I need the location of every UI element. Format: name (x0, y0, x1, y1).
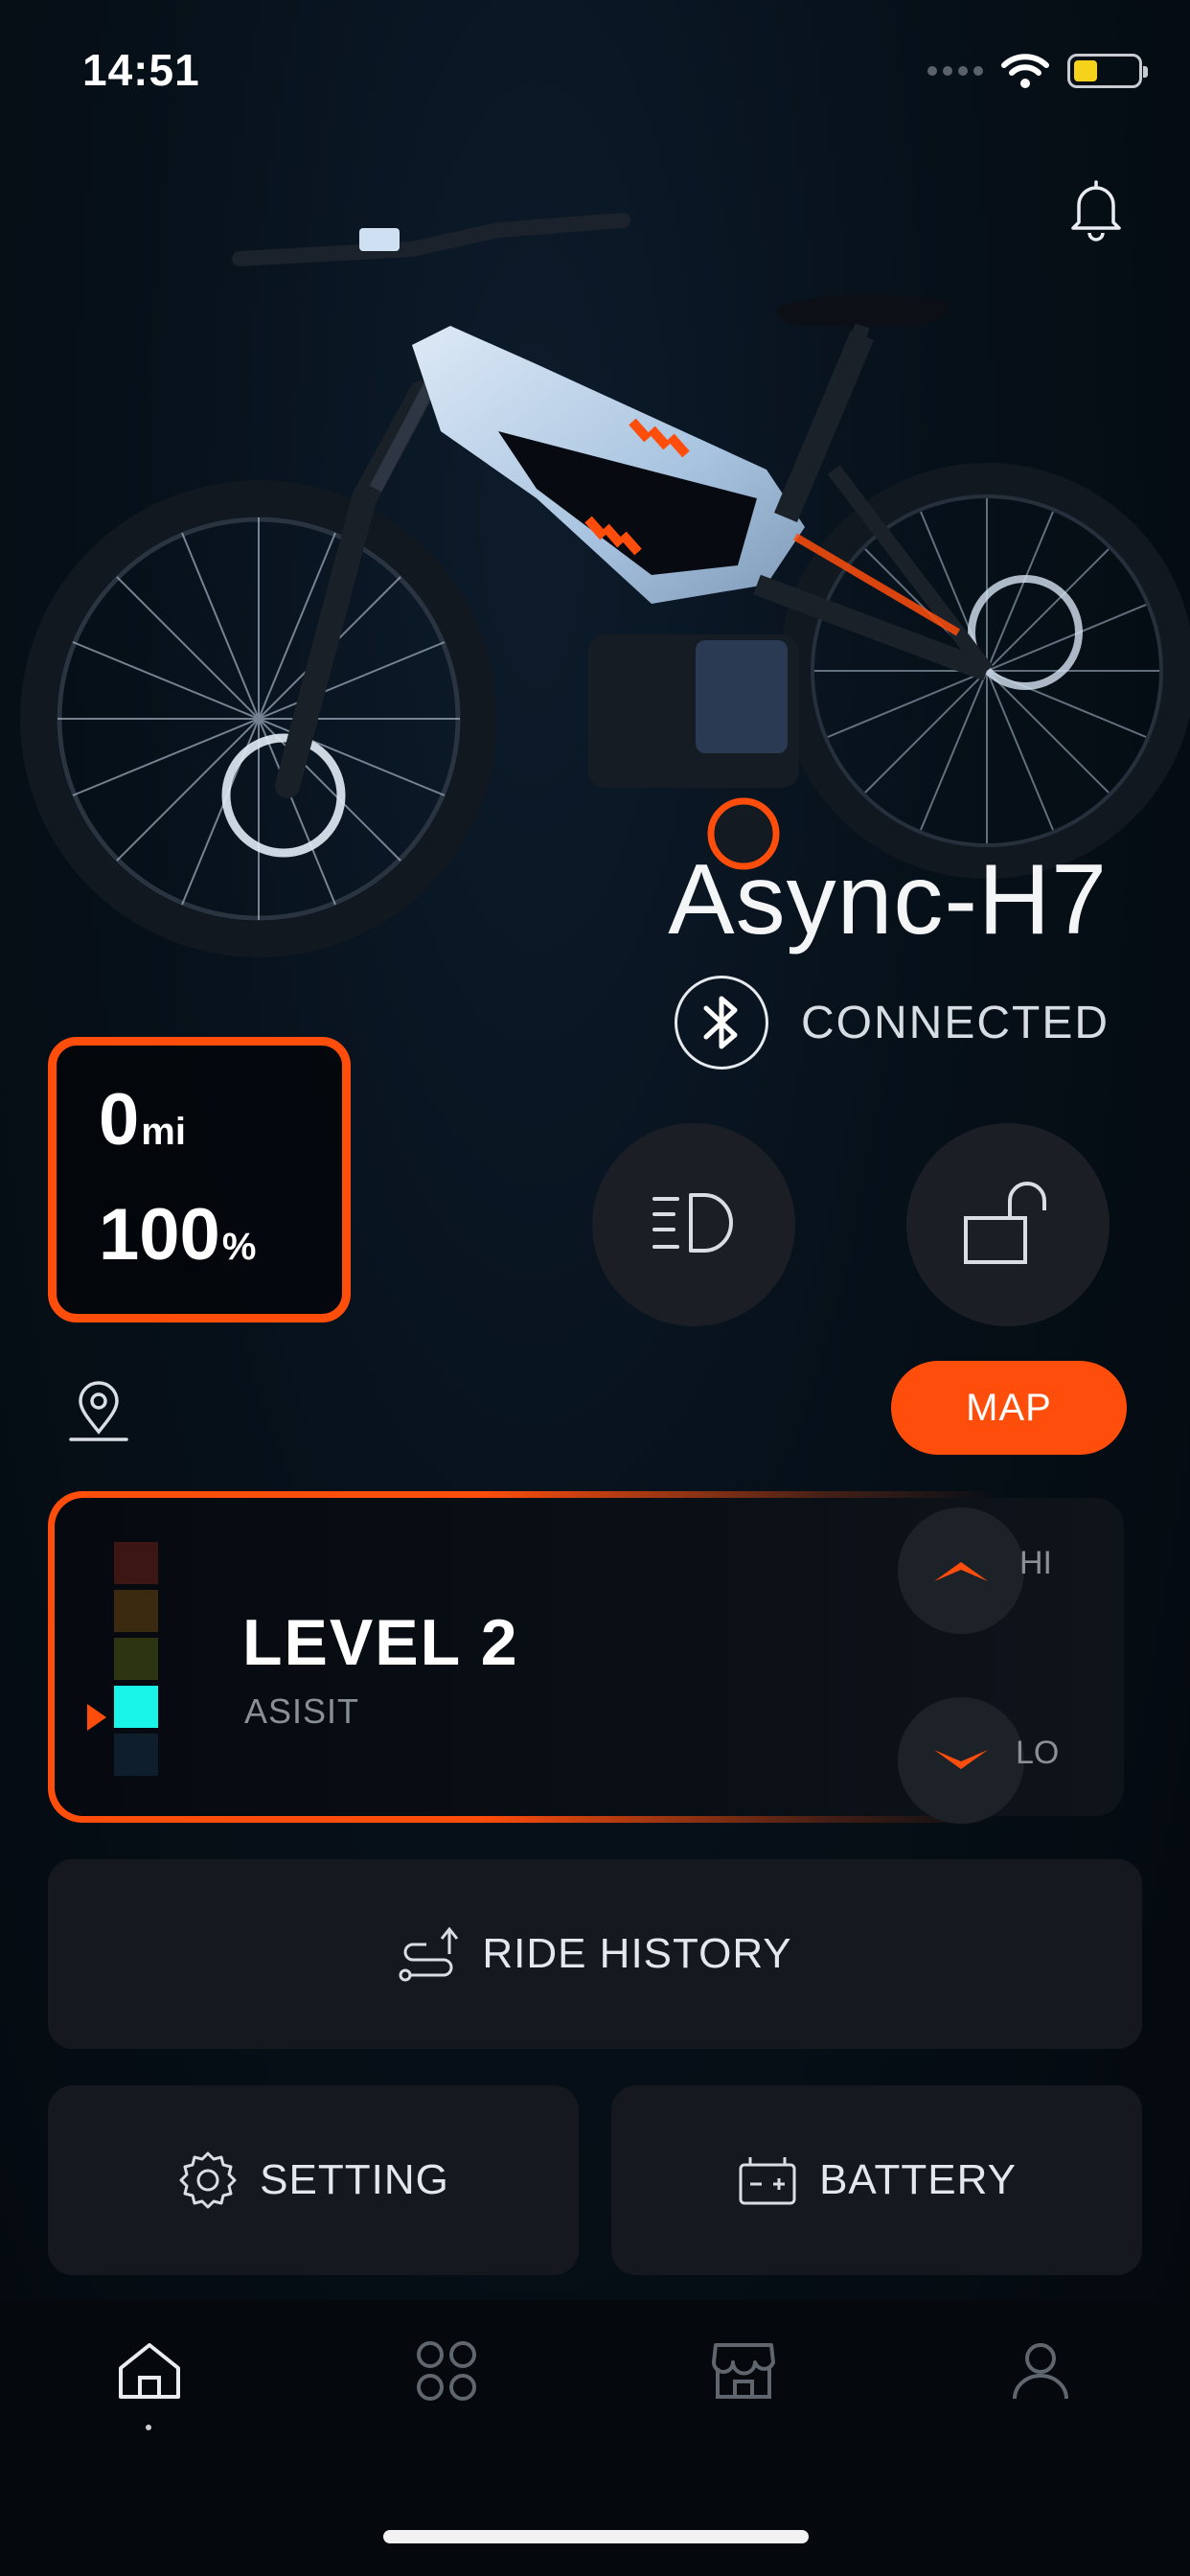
location-pin-icon[interactable] (67, 1380, 130, 1443)
battery-label: BATTERY (819, 2156, 1017, 2203)
assist-level-card: LEVEL 2 ASISIT (48, 1491, 1131, 1824)
bluetooth-icon[interactable] (674, 976, 768, 1070)
chevron-up-icon (934, 1562, 988, 1581)
assist-up-button[interactable] (898, 1507, 1024, 1634)
tab-home[interactable] (111, 2333, 188, 2409)
apps-icon (417, 2341, 476, 2401)
assist-level-meter (114, 1542, 160, 1776)
bike-name: Async-H7 (668, 844, 1108, 955)
connection-status: CONNECTED (674, 976, 1110, 1070)
setting-button[interactable]: SETTING (48, 2085, 579, 2275)
connection-status-label: CONNECTED (800, 997, 1110, 1048)
battery-button[interactable]: BATTERY (611, 2085, 1142, 2275)
headlight-icon (652, 1193, 733, 1253)
home-indicator (383, 2530, 809, 2543)
distance-value: 0 (99, 1079, 140, 1161)
assist-level-segment (114, 1542, 158, 1584)
ride-history-button[interactable]: RIDE HISTORY (48, 1859, 1142, 2049)
status-battery-icon (1067, 54, 1148, 88)
level-pointer-icon (87, 1704, 106, 1731)
ride-stats-card: 0 mi 100 % (48, 1037, 351, 1322)
profile-icon (1013, 2343, 1068, 2400)
map-button[interactable]: MAP (891, 1361, 1127, 1455)
assist-lo-label: LO (1016, 1735, 1060, 1771)
assist-level-subtitle: ASISIT (244, 1691, 360, 1731)
lock-button[interactable] (906, 1123, 1110, 1326)
chevron-down-icon (934, 1750, 988, 1769)
assist-level-segment (114, 1734, 158, 1776)
assist-hi-label: HI (1019, 1545, 1052, 1581)
ride-history-label: RIDE HISTORY (482, 1930, 792, 1977)
distance-unit: mi (141, 1111, 186, 1153)
battery-percent-unit: % (221, 1226, 257, 1268)
store-icon (712, 2343, 775, 2399)
tab-profile[interactable] (1002, 2333, 1079, 2409)
setting-label: SETTING (260, 2156, 449, 2203)
battery-stat: 100 % (99, 1199, 342, 1272)
battery-percent-value: 100 (99, 1194, 220, 1276)
assist-level-segment (114, 1638, 158, 1680)
active-tab-indicator (146, 2425, 151, 2430)
cellular-signal-icon (927, 66, 983, 76)
tab-apps[interactable] (408, 2333, 485, 2409)
status-time: 14:51 (82, 45, 200, 95)
assist-level-panel: LEVEL 2 ASISIT (55, 1498, 1124, 1824)
home-icon (119, 2343, 180, 2399)
assist-level-segment (114, 1590, 158, 1632)
status-icons (927, 52, 1148, 90)
headlight-button[interactable] (592, 1123, 795, 1326)
assist-level-segment (114, 1686, 158, 1728)
wifi-icon (1001, 54, 1049, 88)
gear-icon (179, 2151, 237, 2209)
distance-stat: 0 mi (99, 1084, 342, 1157)
assist-level-title: LEVEL 2 (242, 1606, 519, 1679)
assist-down-button[interactable] (898, 1697, 1024, 1824)
home-screen: 14:51 Async-H7 CONNECTED 0 mi 100 % MAP … (0, 0, 1190, 2576)
unlock-icon (964, 1182, 1046, 1264)
route-icon (399, 1926, 459, 1982)
tab-store[interactable] (705, 2333, 782, 2409)
battery-icon (739, 2157, 796, 2205)
